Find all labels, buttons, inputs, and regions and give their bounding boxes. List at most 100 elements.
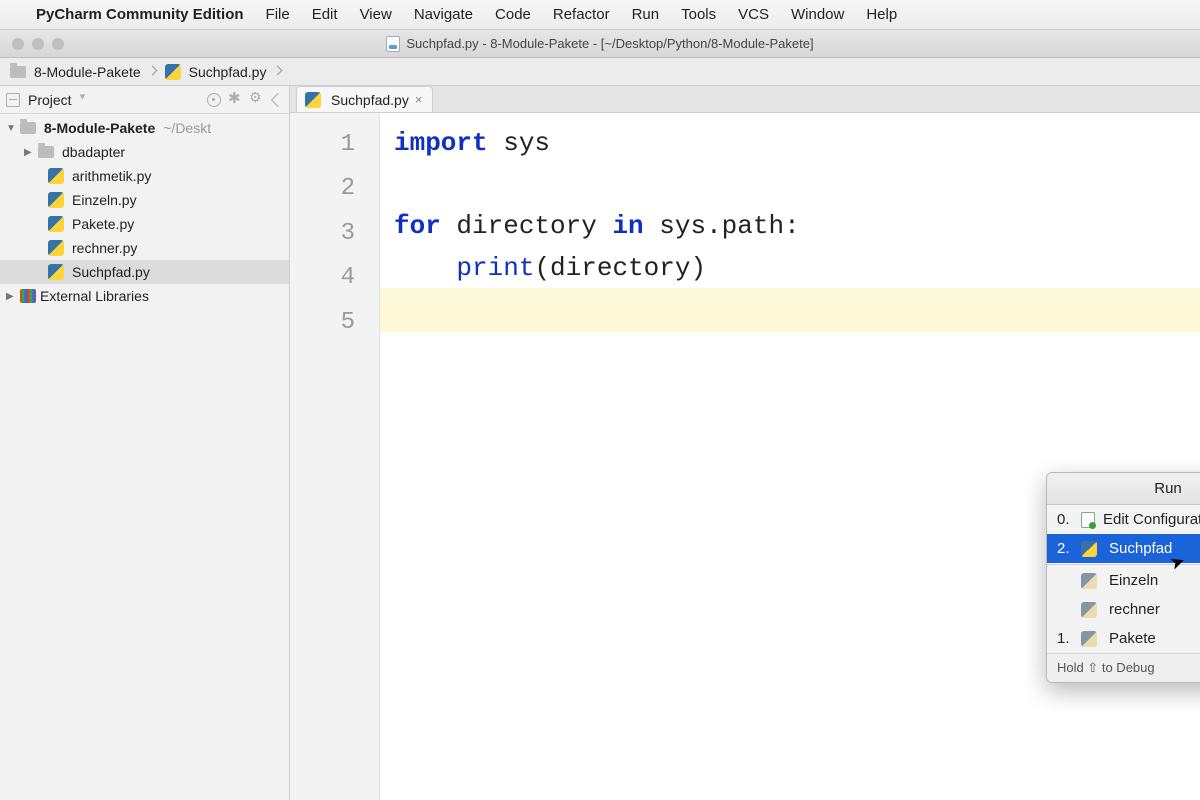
menu-vcs[interactable]: VCS [738, 6, 769, 23]
run-item-label: rechner [1109, 601, 1160, 618]
project-view-icon[interactable] [6, 93, 20, 107]
run-item-pakete[interactable]: 1. Pakete ▶ [1047, 624, 1200, 653]
code-token: print [456, 253, 534, 283]
line-number: 3 [290, 212, 379, 256]
python-icon [48, 240, 64, 256]
python-icon [48, 264, 64, 280]
window-close-icon[interactable] [12, 38, 24, 50]
run-popup-title: Run [1047, 473, 1200, 505]
editor-area: Suchpfad.py × 1 2 3 4 5 import sys for d… [290, 86, 1200, 800]
collapse-all-icon[interactable] [229, 93, 243, 107]
menu-edit[interactable]: Edit [312, 6, 338, 23]
tree-file-suchpfad[interactable]: Suchpfad.py [0, 260, 289, 284]
menu-refactor[interactable]: Refactor [553, 6, 610, 23]
close-tab-icon[interactable]: × [415, 92, 423, 107]
settings-gear-icon[interactable] [251, 93, 265, 107]
tree-item-label: Pakete.py [72, 216, 134, 232]
breadcrumb-root[interactable]: 8-Module-Pakete [34, 64, 141, 80]
libraries-icon [20, 289, 36, 303]
python-icon [48, 168, 64, 184]
chevron-right-icon [274, 64, 282, 80]
menu-code[interactable]: Code [495, 6, 531, 23]
edit-config-icon [1081, 512, 1095, 528]
tree-folder-dbadapter[interactable]: ▶ dbadapter [0, 140, 289, 164]
code-content[interactable]: import sys for directory in sys.path: pr… [380, 113, 1200, 800]
line-number: 2 [290, 167, 379, 211]
scroll-from-source-icon[interactable] [207, 93, 221, 107]
tree-file-rechner[interactable]: rechner.py [0, 236, 289, 260]
window-zoom-icon[interactable] [52, 38, 64, 50]
python-icon [165, 64, 181, 80]
run-item-label: Edit Configurations... [1103, 511, 1200, 528]
folder-icon [20, 122, 36, 134]
menu-run[interactable]: Run [632, 6, 660, 23]
python-icon [1081, 602, 1097, 618]
run-item-index: 1. [1057, 630, 1073, 647]
window-title-text: Suchpfad.py - 8-Module-Pakete - [~/Deskt… [406, 36, 813, 51]
run-item-suchpfad[interactable]: 2. Suchpfad ▶ [1047, 534, 1200, 563]
chevron-right-icon[interactable]: ▶ [6, 291, 16, 302]
menu-navigate[interactable]: Navigate [414, 6, 473, 23]
editor-tab-label: Suchpfad.py [331, 92, 409, 108]
tree-item-label: arithmetik.py [72, 168, 151, 184]
editor-tab-suchpfad[interactable]: Suchpfad.py × [296, 86, 433, 112]
chevron-right-icon[interactable]: ▶ [24, 147, 34, 158]
folder-icon [38, 146, 54, 158]
code-editor[interactable]: 1 2 3 4 5 import sys for directory in sy… [290, 113, 1200, 800]
separator [1047, 564, 1200, 565]
run-item-einzeln[interactable]: Einzeln ▶ [1047, 566, 1200, 595]
run-item-label: Suchpfad [1109, 540, 1172, 557]
run-popup: Run 0. Edit Configurations... 2. Suchpfa… [1046, 472, 1200, 683]
project-tool-window: Project ▼ 8-Module-Pakete ~/Deskt ▶ dbad… [0, 86, 290, 800]
window-titlebar: Suchpfad.py - 8-Module-Pakete - [~/Deskt… [0, 30, 1200, 58]
tree-project-root[interactable]: ▼ 8-Module-Pakete ~/Deskt [0, 116, 289, 140]
run-item-label: Pakete [1109, 630, 1156, 647]
tree-root-label: 8-Module-Pakete [44, 120, 155, 136]
chevron-down-icon[interactable]: ▼ [6, 123, 16, 134]
code-token: in [612, 211, 643, 241]
python-icon [1081, 541, 1097, 557]
menu-help[interactable]: Help [866, 6, 897, 23]
line-number-gutter: 1 2 3 4 5 [290, 113, 380, 800]
python-icon [48, 216, 64, 232]
tree-item-label: Einzeln.py [72, 192, 137, 208]
tree-root-path: ~/Deskt [163, 120, 211, 136]
code-token: for [394, 211, 441, 241]
menu-file[interactable]: File [266, 6, 290, 23]
breadcrumb-file[interactable]: Suchpfad.py [189, 64, 267, 80]
menu-window[interactable]: Window [791, 6, 844, 23]
traffic-lights [0, 38, 64, 50]
code-token: import [394, 128, 488, 158]
python-icon [48, 192, 64, 208]
window-minimize-icon[interactable] [32, 38, 44, 50]
menu-tools[interactable]: Tools [681, 6, 716, 23]
python-icon [1081, 631, 1097, 647]
code-token: directory [441, 211, 613, 241]
tree-file-einzeln[interactable]: Einzeln.py [0, 188, 289, 212]
tree-item-label: dbadapter [62, 144, 125, 160]
folder-icon [10, 66, 26, 78]
tree-file-pakete[interactable]: Pakete.py [0, 212, 289, 236]
tree-item-label: rechner.py [72, 240, 137, 256]
run-item-label: Einzeln [1109, 572, 1158, 589]
run-item-rechner[interactable]: rechner ▶ [1047, 595, 1200, 624]
run-popup-footer: Hold ⇧ to Debug [1047, 653, 1200, 682]
run-item-index: 2. [1057, 540, 1073, 557]
app-name[interactable]: PyCharm Community Edition [36, 6, 244, 23]
project-tree[interactable]: ▼ 8-Module-Pakete ~/Deskt ▶ dbadapter ar… [0, 114, 289, 310]
tree-item-label: External Libraries [40, 288, 149, 304]
menu-view[interactable]: View [360, 6, 392, 23]
tree-file-arithmetik[interactable]: arithmetik.py [0, 164, 289, 188]
breadcrumb: 8-Module-Pakete Suchpfad.py [0, 58, 1200, 86]
hide-panel-icon[interactable] [271, 92, 285, 106]
project-panel-header: Project [0, 86, 289, 114]
run-item-edit-config[interactable]: 0. Edit Configurations... [1047, 505, 1200, 534]
tree-external-libraries[interactable]: ▶ External Libraries [0, 284, 289, 308]
python-icon [1081, 573, 1097, 589]
code-token: sys.path: [644, 211, 800, 241]
chevron-right-icon [149, 64, 157, 80]
line-number: 1 [290, 123, 379, 167]
line-number: 5 [290, 301, 379, 345]
project-panel-title[interactable]: Project [28, 92, 72, 108]
chevron-down-icon[interactable] [80, 93, 94, 107]
